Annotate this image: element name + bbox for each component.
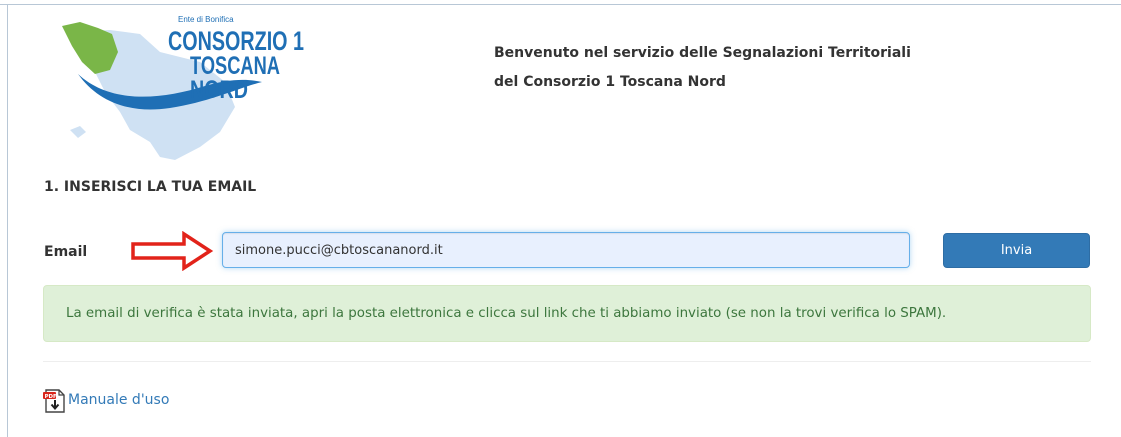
- welcome-line-1: Benvenuto nel servizio delle Segnalazion…: [494, 45, 911, 61]
- consorzio-logo: Ente di Bonifica CONSORZIO 1 TOSCANA NOR…: [62, 15, 304, 160]
- welcome-line-2: del Consorzio 1 Toscana Nord: [494, 74, 726, 90]
- manual-link-label: Manuale d'uso: [68, 392, 170, 408]
- send-button[interactable]: Invia: [943, 233, 1090, 268]
- pdf-download-icon: PDF: [43, 389, 65, 413]
- alert-message: La email di verifica è stata inviata, ap…: [66, 306, 947, 321]
- logo-small-text: Ente di Bonifica: [178, 15, 234, 24]
- success-alert: La email di verifica è stata inviata, ap…: [43, 285, 1091, 342]
- top-border: [0, 4, 1121, 5]
- page-frame: Ente di Bonifica CONSORZIO 1 TOSCANA NOR…: [0, 0, 1121, 437]
- island-shape: [70, 126, 86, 138]
- region-north-shape: [62, 22, 118, 74]
- manual-link[interactable]: PDF Manuale d'uso: [42, 386, 169, 414]
- left-border: [7, 4, 8, 437]
- divider: [43, 361, 1091, 362]
- email-label: Email: [44, 244, 88, 260]
- svg-text:PDF: PDF: [45, 394, 57, 400]
- section-title: 1. INSERISCI LA TUA EMAIL: [44, 179, 257, 195]
- welcome-text: Benvenuto nel servizio delle Segnalazion…: [494, 39, 911, 97]
- right-arrow-outline-icon: [131, 231, 214, 271]
- logo-line3: NORD: [190, 76, 248, 104]
- email-input[interactable]: [222, 232, 910, 268]
